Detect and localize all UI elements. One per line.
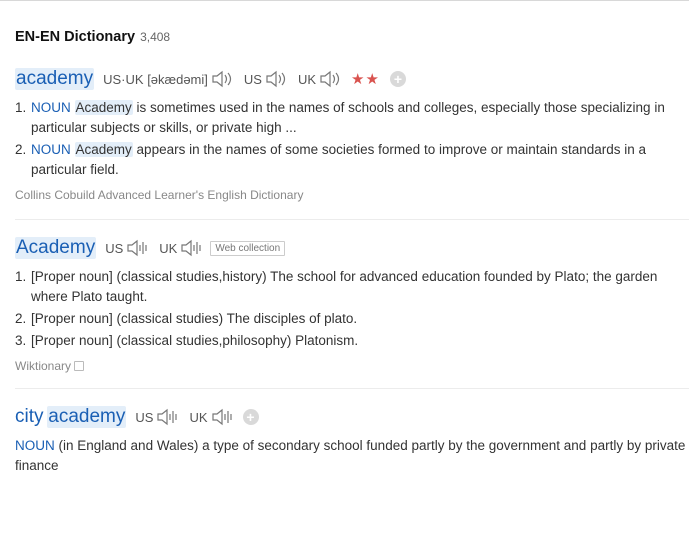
us-label: US (135, 409, 154, 425)
definition-list: 1. NOUN Academy is sometimes used in the… (15, 98, 689, 180)
entry-head: city academy US UK + (15, 404, 689, 430)
ipa: [əkædəmi] (147, 71, 208, 87)
divider (15, 388, 689, 389)
frequency-stars: ★★ (351, 71, 380, 88)
definition-item: 2. NOUN Academy appears in the names of … (15, 142, 647, 177)
us-label: US (243, 71, 262, 87)
headword-highlight: Academy (74, 100, 133, 115)
wave-speaker-icon[interactable] (126, 239, 148, 257)
entry-head: Academy US UK Web collection (15, 235, 689, 261)
wave-speaker-icon[interactable] (180, 239, 202, 257)
uk-label: UK (297, 71, 317, 87)
dictionary-title: EN-EN Dictionary (15, 29, 136, 45)
headword-prefix[interactable]: city (15, 406, 44, 428)
source-label: Wiktionary (15, 359, 689, 373)
speaker-icon[interactable] (265, 70, 287, 88)
add-icon[interactable]: + (389, 71, 406, 87)
headword[interactable]: Academy (15, 237, 97, 259)
entry-academy-web: Academy US UK Web collection 1. [Proper n… (15, 235, 689, 373)
entry-academy-collins: academy US·UK [əkædəmi] US UK ★★ + 1. NO… (15, 66, 689, 202)
dictionary-header: EN-EN Dictionary 3,408 (15, 29, 170, 45)
speaker-icon[interactable] (211, 70, 233, 88)
source-label: Collins Cobuild Advanced Learner's Engli… (15, 188, 304, 202)
us-label: US (105, 240, 124, 256)
entry-head: academy US·UK [əkædəmi] US UK ★★ + (15, 66, 689, 92)
top-border (0, 0, 689, 1)
headword[interactable]: academy (15, 68, 95, 90)
entry-city-academy: city academy US UK + NOUN (in England an… (15, 404, 689, 476)
wave-speaker-icon[interactable] (211, 408, 233, 426)
web-collection-tag[interactable]: Web collection (210, 240, 286, 256)
pron-label: US·UK [əkædəmi] (103, 71, 208, 87)
part-of-speech: NOUN (15, 438, 55, 453)
speaker-icon[interactable] (319, 70, 341, 88)
definition-list: 1. [Proper noun] (classical studies,histo… (15, 267, 689, 351)
headword[interactable]: academy (47, 406, 127, 428)
copy-icon[interactable] (74, 361, 85, 371)
definition-item: 3. [Proper noun] (classical studies,philo… (15, 333, 359, 348)
uk-label: UK (189, 409, 208, 425)
definition-item: 1. NOUN Academy is sometimes used in the… (15, 100, 665, 135)
definition-item: NOUN (in England and Wales) a type of se… (15, 438, 686, 473)
headword-highlight: Academy (74, 142, 133, 157)
part-of-speech: NOUN (31, 142, 71, 157)
uk-label: UK (159, 240, 178, 256)
wave-speaker-icon[interactable] (156, 408, 178, 426)
add-icon[interactable]: + (242, 409, 259, 425)
result-count: 3,408 (140, 30, 171, 44)
definition-item: 1. [Proper noun] (classical studies,histo… (15, 269, 658, 304)
divider (15, 219, 689, 220)
definition-item: 2. [Proper noun] (classical studies) The … (15, 311, 358, 326)
part-of-speech: NOUN (31, 100, 71, 115)
